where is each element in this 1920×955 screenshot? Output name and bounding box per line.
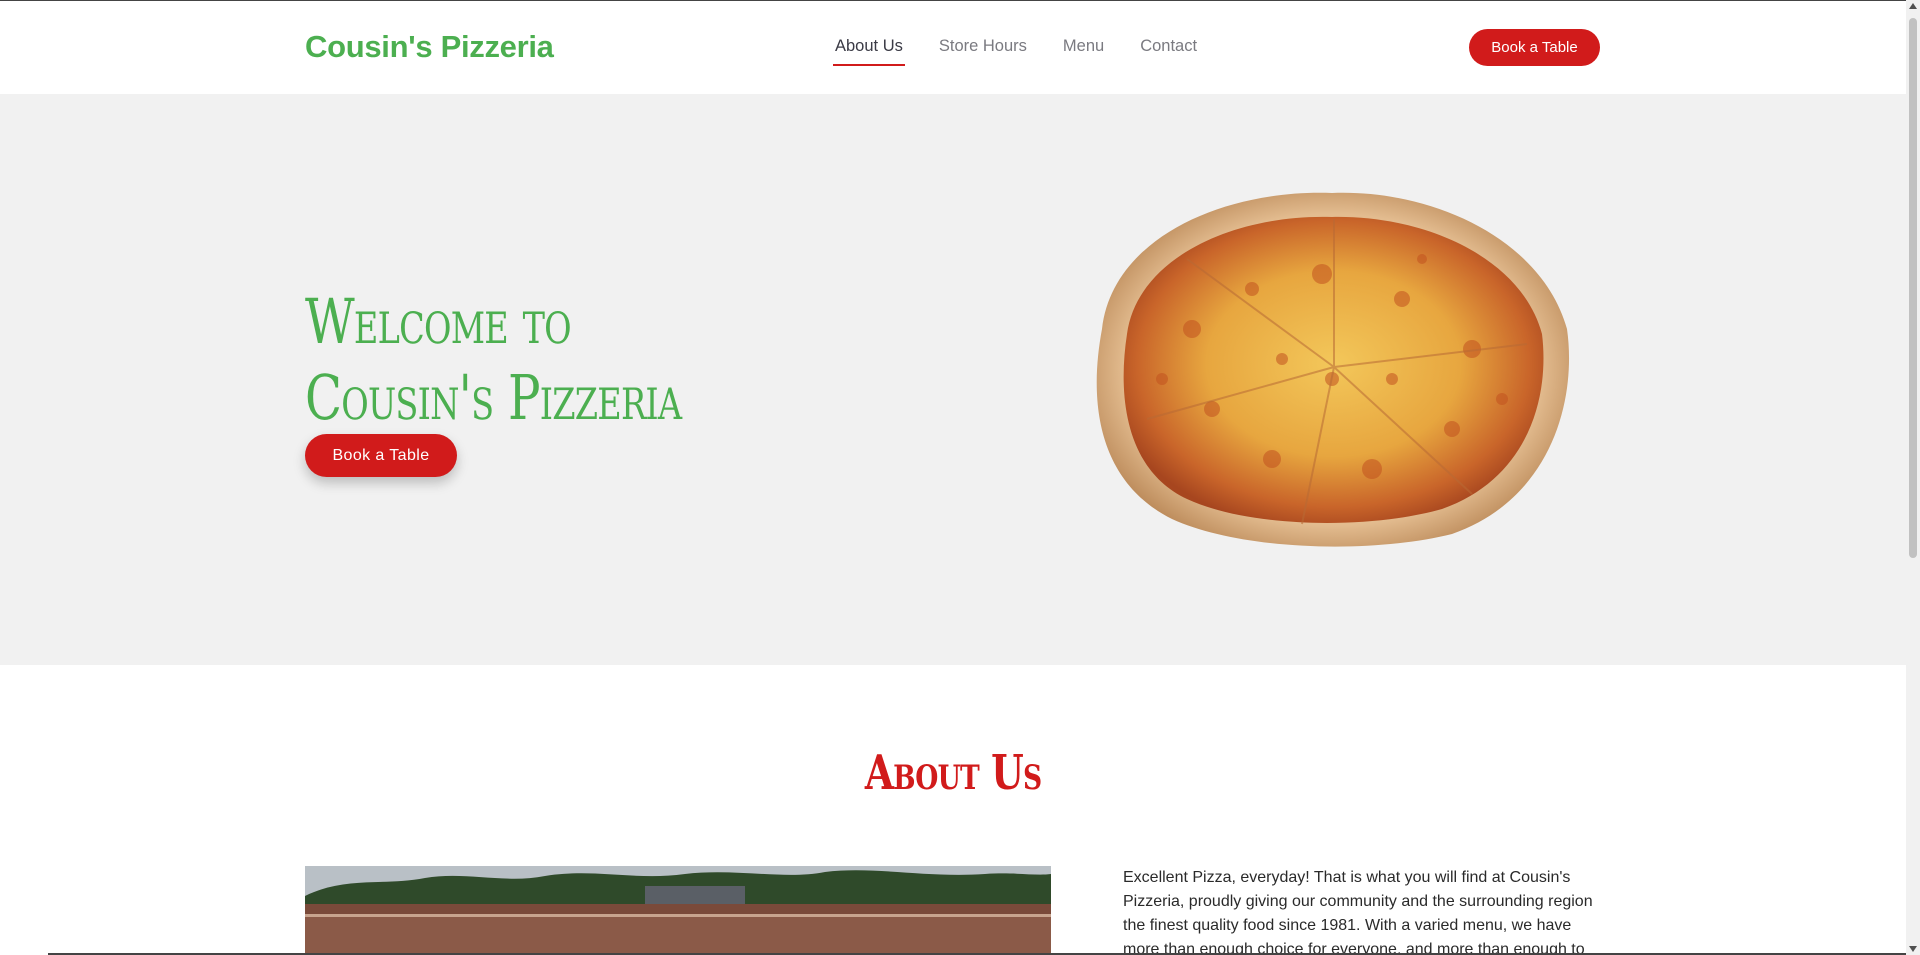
scroll-up-arrow-icon[interactable] [1909,3,1917,9]
hero-title-line2: Cousin's Pizzeria [305,361,682,434]
header-book-table-button[interactable]: Book a Table [1469,29,1600,66]
hero-title-line1: Welcome to [305,285,572,358]
hero-title: Welcome to Cousin's Pizzeria [305,284,682,436]
hero-section: Welcome to Cousin's Pizzeria Book a Tabl… [0,94,1906,665]
page-scrollbar[interactable] [1906,0,1920,955]
hero-book-table-button[interactable]: Book a Table [305,434,457,477]
pizza-image [1072,179,1577,551]
nav-store-hours[interactable]: Store Hours [937,37,1029,66]
nav-contact[interactable]: Contact [1138,37,1199,66]
about-us-heading: About Us [864,745,1042,801]
storefront-photo [305,866,1051,955]
scroll-down-arrow-icon[interactable] [1909,946,1917,952]
main-nav: About Us Store Hours Menu Contact [833,37,1231,66]
nav-about-us[interactable]: About Us [833,37,905,66]
about-us-text: Excellent Pizza, everyday! That is what … [1123,869,1593,955]
site-header: Cousin's Pizzeria About Us Store Hours M… [0,1,1906,94]
scroll-thumb[interactable] [1909,18,1917,558]
nav-menu[interactable]: Menu [1061,37,1106,66]
brand-logo[interactable]: Cousin's Pizzeria [305,29,554,65]
